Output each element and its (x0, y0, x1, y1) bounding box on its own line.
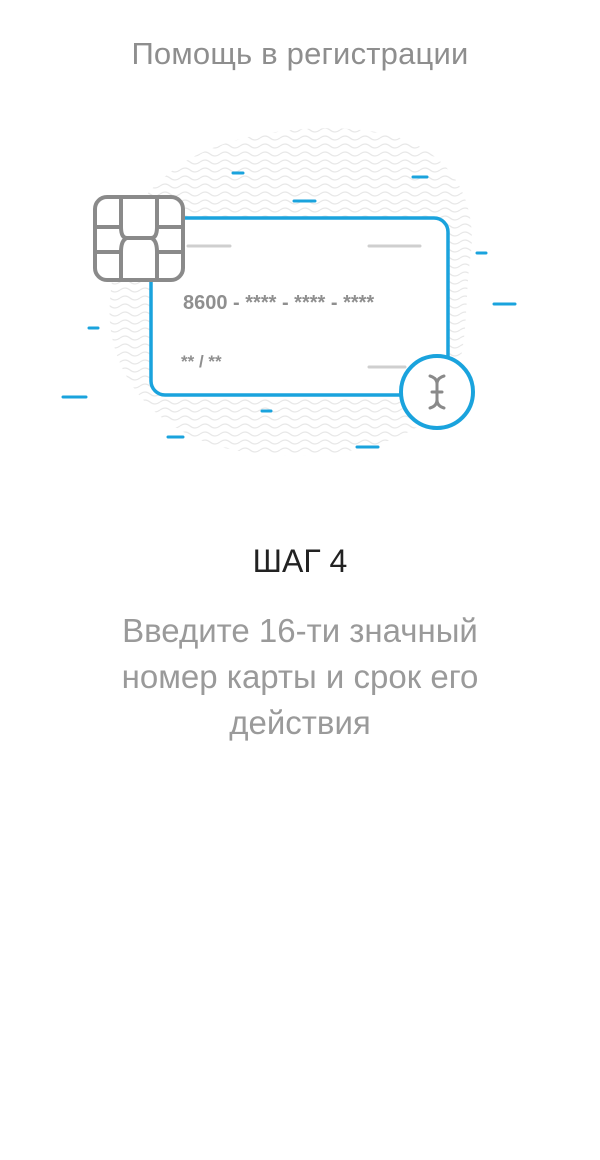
card-expiry-text: ** / ** (181, 352, 222, 371)
card-number-text: 8600 - **** - **** - **** (183, 292, 374, 314)
card-chip-icon (93, 195, 185, 282)
page-title: Помощь в регистрации (131, 36, 469, 71)
step-title: ШАГ 4 (252, 543, 348, 579)
step-description: Введите 16-ти значный номер карты и срок… (121, 612, 479, 741)
text-cursor-icon (399, 354, 475, 430)
card-illustration: 8600 - **** - **** - **** ** / ** (0, 110, 600, 480)
